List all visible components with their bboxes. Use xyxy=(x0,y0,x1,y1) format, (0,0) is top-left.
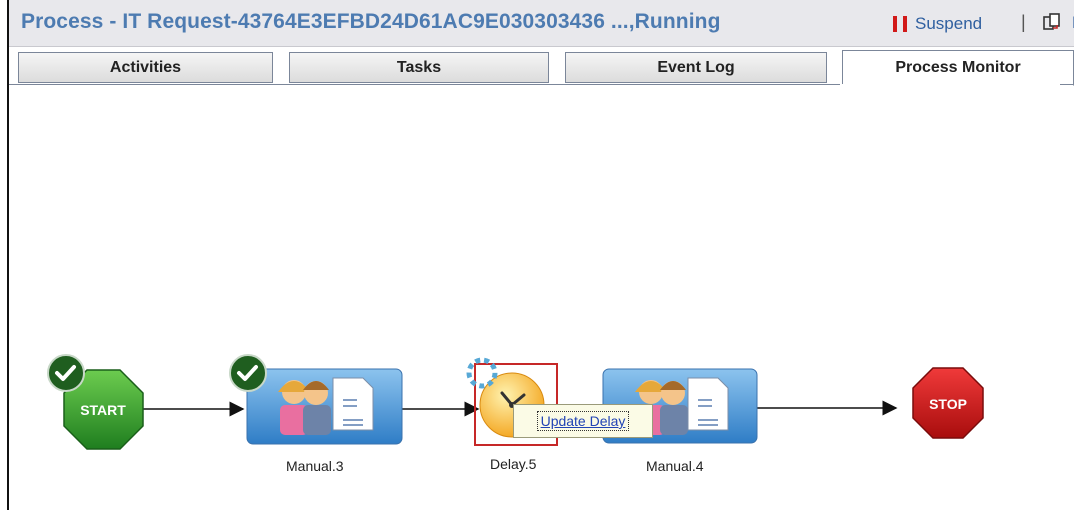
stop-label: STOP xyxy=(929,396,967,412)
document-icon xyxy=(687,377,729,431)
document-icon xyxy=(332,377,374,431)
stop-node[interactable]: STOP xyxy=(912,367,984,439)
update-delay-link[interactable]: Update Delay xyxy=(536,411,630,431)
manual-3-check-icon xyxy=(229,354,267,392)
delay-5-label: Delay.5 xyxy=(490,456,537,472)
update-delay-tooltip[interactable]: Update Delay xyxy=(513,404,653,438)
manual-3-node[interactable] xyxy=(246,368,403,445)
manual-4-label: Manual.4 xyxy=(646,458,704,474)
users-icon xyxy=(278,380,331,435)
start-check-icon xyxy=(47,354,85,392)
start-label: START xyxy=(80,402,126,418)
manual-3-label: Manual.3 xyxy=(286,458,344,474)
